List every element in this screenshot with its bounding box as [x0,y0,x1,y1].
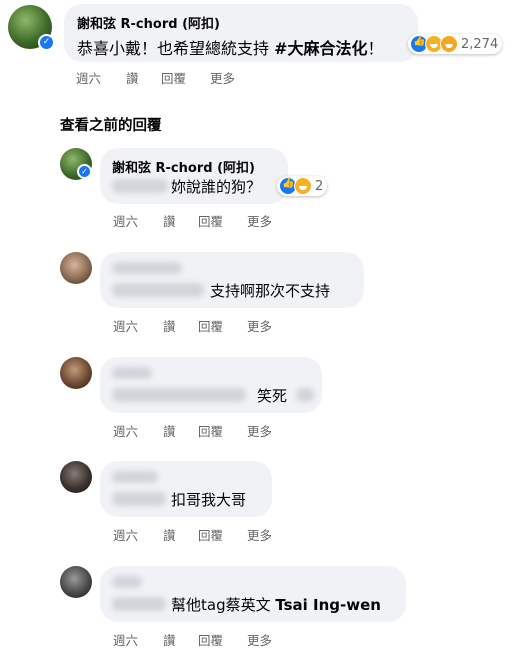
timestamp[interactable]: 週六 [113,211,163,230]
blurred-mention [112,492,166,506]
blurred-author [112,262,182,274]
reaction-count: 2,274 [461,36,499,52]
blurred-mention [112,179,168,193]
reply-actions-2: 週六 讚 回覆 更多 [113,316,272,335]
reply-button[interactable]: 回覆 [198,630,247,649]
main-comment-author[interactable]: 謝和弦 R-chord (阿扣) [77,13,220,32]
more-button[interactable]: 更多 [247,421,272,440]
reply-button[interactable]: 回覆 [198,421,247,440]
like-button[interactable]: 讚 [163,211,198,230]
reply-actions-4: 週六 讚 回覆 更多 [113,525,272,544]
reply-avatar-2[interactable] [60,252,92,284]
reply-actions-1: 週六 讚 回覆 更多 [113,211,272,230]
like-button[interactable]: 讚 [163,525,198,544]
reply-reactions-1[interactable]: 2 [277,176,328,196]
reply-button[interactable]: 回覆 [198,316,247,335]
timestamp[interactable]: 週六 [113,316,163,335]
like-button[interactable]: 讚 [126,68,161,87]
reply-button[interactable]: 回覆 [198,525,247,544]
reply-actions-5: 週六 讚 回覆 更多 [113,630,272,649]
more-button[interactable]: 更多 [247,630,272,649]
verified-badge-icon: ✓ [77,164,92,179]
more-button[interactable]: 更多 [247,211,272,230]
haha-reaction-icon [294,177,312,195]
view-previous-replies-link[interactable]: 查看之前的回覆 [60,114,162,135]
reply-text-1: 妳說誰的狗？ [171,178,262,196]
blurred-mention [112,597,166,611]
blurred-emoji [296,388,314,402]
reply-body-5: 幫他tag蔡英文 [171,596,276,614]
reply-bubble-3 [100,357,322,413]
main-comment-body: 恭喜小戴！也希望總統支持 [77,39,275,58]
more-button[interactable]: 更多 [247,316,272,335]
blurred-author [112,471,158,483]
main-comment-body-end: ！ [367,39,384,58]
main-comment-text: 恭喜小戴！也希望總統支持 #大麻合法化！ [77,35,384,59]
reply-actions-3: 週六 讚 回覆 更多 [113,421,272,440]
verified-badge-icon: ✓ [38,34,55,51]
reply-text-4: 扣哥我大哥 [171,491,247,509]
blurred-mention [112,388,246,402]
more-button[interactable]: 更多 [210,68,235,87]
blurred-mention [112,283,204,297]
main-reactions[interactable]: 2,274 [408,34,503,54]
timestamp[interactable]: 週六 [76,68,126,87]
main-comment-actions: 週六 讚 回覆 更多 [76,68,235,87]
hashtag-link[interactable]: #大麻合法化 [274,39,367,58]
tagged-user-link[interactable]: Tsai Ing-wen [275,596,381,614]
reply-text-5: 幫他tag蔡英文 Tsai Ing-wen [171,594,381,615]
reply-avatar-4[interactable] [60,461,92,493]
blurred-author [112,367,152,379]
reply-text-3: 笑死 [257,387,288,405]
more-button[interactable]: 更多 [247,525,272,544]
blurred-author [112,576,142,588]
timestamp[interactable]: 週六 [113,525,163,544]
timestamp[interactable]: 週六 [113,421,163,440]
reply-button[interactable]: 回覆 [161,68,210,87]
reply-avatar-5[interactable] [60,566,92,598]
reply-avatar-3[interactable] [60,357,92,389]
wow-reaction-icon [440,35,458,53]
like-button[interactable]: 讚 [163,316,198,335]
reaction-count: 2 [315,178,324,194]
timestamp[interactable]: 週六 [113,630,163,649]
reply-text-2: 支持啊那次不支持 [210,282,331,300]
like-button[interactable]: 讚 [163,421,198,440]
reply-author-1[interactable]: 謝和弦 R-chord (阿扣) [112,157,255,176]
like-button[interactable]: 讚 [163,630,198,649]
reply-button[interactable]: 回覆 [198,211,247,230]
